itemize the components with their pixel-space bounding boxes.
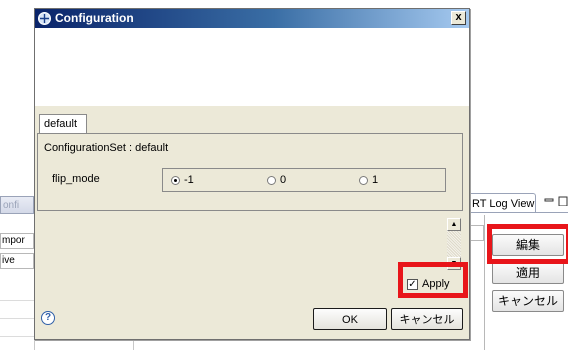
param-flip-mode-label: flip_mode — [52, 173, 100, 185]
configuration-app-icon — [38, 12, 51, 25]
left-grid-line — [0, 336, 34, 337]
side-cancel-button[interactable]: キャンセル — [492, 290, 564, 312]
left-view-tab[interactable]: onfi — [0, 196, 34, 214]
radio-unselected-icon[interactable] — [267, 175, 276, 185]
radio-option-0[interactable]: 0 — [267, 174, 286, 186]
left-table-row[interactable]: ive — [0, 253, 34, 269]
help-icon[interactable]: ? — [41, 311, 55, 325]
maximize-icon[interactable] — [558, 196, 568, 206]
apply-button[interactable]: 適用 — [492, 262, 564, 284]
dialog-titlebar[interactable]: Configuration x — [35, 9, 469, 28]
radio-unselected-icon[interactable] — [359, 175, 368, 185]
ok-button[interactable]: OK — [313, 308, 387, 330]
highlight-box-edit — [487, 224, 568, 264]
right-background-field — [468, 225, 484, 241]
scroll-up-icon[interactable]: ▲ — [447, 218, 461, 231]
tab-default[interactable]: default — [39, 114, 87, 134]
right-tab-underline — [468, 212, 568, 213]
left-grid-line — [0, 318, 34, 319]
rt-log-view-tab[interactable]: RT Log View — [468, 193, 536, 213]
dialog-title: Configuration — [55, 11, 134, 25]
scroll-track[interactable] — [447, 231, 461, 257]
radio-option-1[interactable]: 1 — [359, 174, 378, 186]
tab-page-default: ConfigurationSet : default flip_mode -1 … — [37, 133, 463, 211]
radio-option-minus1[interactable]: -1 — [171, 174, 194, 186]
flip-mode-radio-group: -1 0 1 — [162, 168, 446, 192]
radio-selected-icon[interactable] — [171, 175, 180, 185]
configuration-set-label: ConfigurationSet : default — [44, 142, 169, 154]
left-table-row[interactable]: mpor — [0, 233, 34, 249]
configuration-tab-container: default ConfigurationSet : default flip_… — [35, 106, 469, 220]
minimize-icon[interactable] — [544, 196, 554, 206]
cancel-button[interactable]: キャンセル — [391, 308, 463, 330]
highlight-box-apply — [398, 262, 468, 298]
dialog-message-area — [35, 28, 469, 107]
left-grid-line — [0, 300, 34, 301]
close-icon[interactable]: x — [451, 11, 466, 25]
